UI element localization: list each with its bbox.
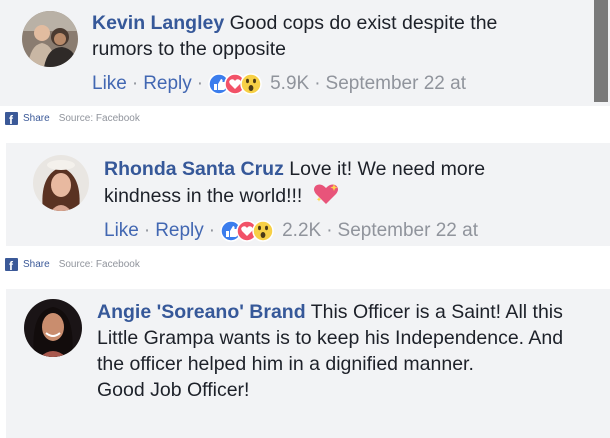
facebook-icon[interactable]: f bbox=[5, 257, 18, 272]
source-label: Source: Facebook bbox=[58, 258, 140, 270]
avatar[interactable] bbox=[33, 155, 89, 211]
like-link[interactable]: Like bbox=[104, 219, 139, 243]
share-link[interactable]: Share bbox=[23, 113, 50, 124]
wow-icon bbox=[240, 73, 262, 95]
commenter-name[interactable]: Rhonda Santa Cruz bbox=[104, 158, 284, 180]
reply-link[interactable]: Reply bbox=[143, 72, 192, 96]
avatar-photo bbox=[22, 11, 78, 67]
commenter-name[interactable]: Kevin Langley bbox=[92, 12, 224, 34]
comment-card-kevin: Kevin Langley Good cops do exist despite… bbox=[0, 0, 610, 106]
comment-date[interactable]: September 22 at bbox=[338, 219, 478, 243]
share-link[interactable]: Share bbox=[23, 259, 50, 270]
commenter-name[interactable]: Angie 'Soreano' Brand bbox=[97, 301, 306, 323]
comment-card-angie: Angie 'Soreano' Brand This Officer is a … bbox=[6, 289, 610, 438]
comment-actions: Like · Reply · 5.9K · September 22 at bbox=[92, 72, 466, 96]
facebook-icon[interactable]: f bbox=[5, 111, 18, 126]
separator-dot: · bbox=[143, 220, 151, 241]
comment-text: Rhonda Santa Cruz Love it! We need more … bbox=[104, 156, 564, 213]
scrollbar[interactable] bbox=[594, 0, 608, 102]
comment-date[interactable]: September 22 at bbox=[326, 72, 466, 96]
separator-dot: · bbox=[326, 220, 333, 241]
wow-icon bbox=[252, 220, 274, 242]
comment-text: Kevin Langley Good cops do exist despite… bbox=[92, 10, 562, 62]
avatar[interactable] bbox=[24, 299, 82, 357]
comment-text: Angie 'Soreano' Brand This Officer is a … bbox=[97, 299, 567, 403]
comment-card-rhonda: Rhonda Santa Cruz Love it! We need more … bbox=[6, 143, 610, 246]
like-link[interactable]: Like bbox=[92, 72, 127, 96]
reaction-icons[interactable] bbox=[220, 219, 276, 243]
source-label: Source: Facebook bbox=[58, 112, 140, 124]
reaction-count[interactable]: 2.2K bbox=[282, 219, 321, 243]
avatar-photo bbox=[24, 299, 82, 357]
share-row: f Share Source: Facebook bbox=[5, 111, 140, 126]
share-row: f Share Source: Facebook bbox=[5, 257, 140, 272]
separator-dot: · bbox=[196, 73, 204, 94]
comment-actions: Like · Reply · 2.2K · September 22 at bbox=[104, 219, 478, 243]
reply-link[interactable]: Reply bbox=[155, 219, 204, 243]
avatar-photo bbox=[33, 155, 89, 211]
avatar[interactable] bbox=[22, 11, 78, 67]
reaction-icons[interactable] bbox=[208, 72, 264, 96]
reaction-count[interactable]: 5.9K bbox=[270, 72, 309, 96]
comment-body-line: Good Job Officer! bbox=[97, 379, 250, 401]
separator-dot: · bbox=[131, 73, 139, 94]
separator-dot: · bbox=[314, 73, 321, 94]
separator-dot: · bbox=[208, 220, 216, 241]
sparkling-heart-icon bbox=[312, 182, 340, 213]
